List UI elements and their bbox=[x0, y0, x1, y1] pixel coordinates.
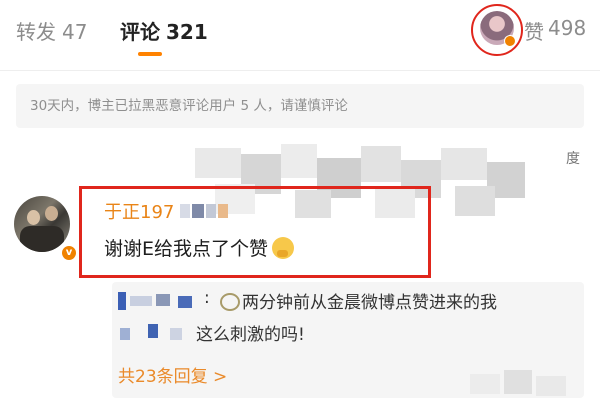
tab-repost-label: 转发 bbox=[16, 20, 56, 44]
thinking-emoji-icon bbox=[272, 237, 295, 259]
header-suffix: 度 bbox=[566, 151, 580, 167]
active-tab-indicator bbox=[138, 52, 162, 56]
tab-repost[interactable]: 转发 47 bbox=[16, 16, 87, 45]
commenter-avatar[interactable] bbox=[14, 196, 70, 252]
tab-repost-count: 47 bbox=[62, 20, 88, 44]
username-mosaic bbox=[178, 204, 228, 218]
tab-bar: 转发 47 评论 321 赞 498 bbox=[0, 0, 600, 66]
reply-line-1: 两分钟前从金晨微博点赞进来的我 bbox=[220, 288, 497, 313]
tab-comment-label: 评论 bbox=[120, 20, 160, 44]
view-more-replies-link[interactable]: 共23条回复 > bbox=[118, 362, 227, 387]
reply-colon: : bbox=[204, 288, 210, 308]
reply-line-1-text: 两分钟前从金晨微博点赞进来的我 bbox=[242, 293, 497, 313]
glasses-emoji-icon bbox=[220, 293, 240, 311]
blocked-users-notice: 30天内，博主已拉黑恶意评论用户 5 人，请谨慎评论 bbox=[16, 84, 584, 128]
bottom-mosaic bbox=[470, 368, 590, 398]
comment-text-content: 谢谢E给我点了个赞 bbox=[104, 238, 269, 260]
verified-badge-icon: v bbox=[60, 244, 78, 262]
tab-comment[interactable]: 评论 321 bbox=[120, 16, 208, 45]
tab-like-label[interactable]: 赞 bbox=[524, 16, 544, 45]
comment-text: 谢谢E给我点了个赞 bbox=[104, 234, 295, 261]
reply-line-2: 这么刺激的吗! bbox=[196, 325, 305, 345]
annotation-circle bbox=[471, 4, 523, 56]
tab-like-count[interactable]: 498 bbox=[548, 16, 586, 40]
tab-comment-count: 321 bbox=[166, 20, 208, 44]
comment-username[interactable]: 于正197 bbox=[104, 198, 174, 224]
divider bbox=[0, 70, 600, 71]
